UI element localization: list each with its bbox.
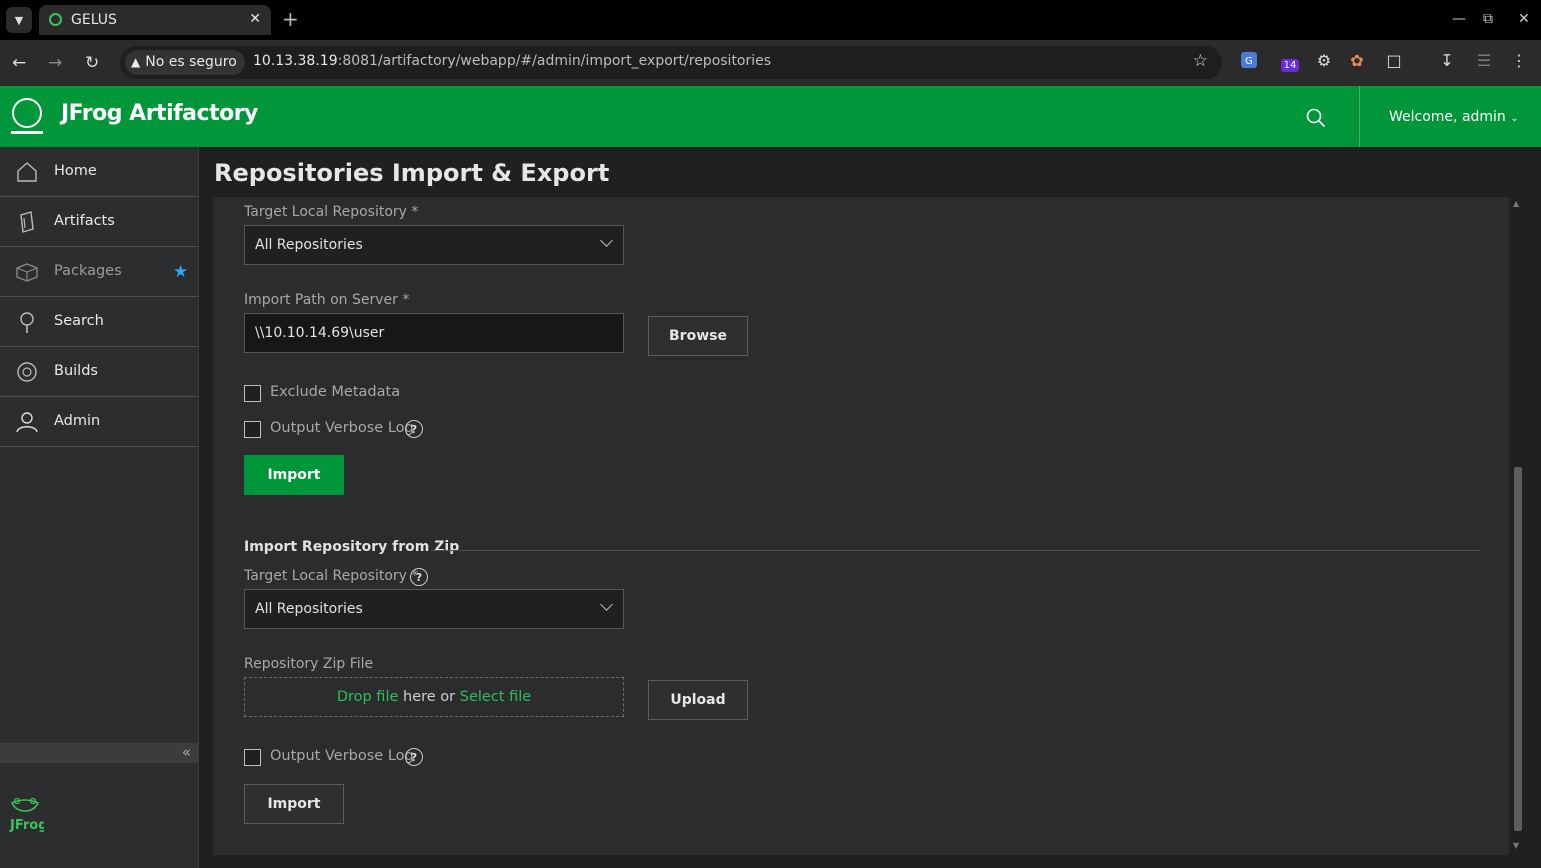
admin-user-icon bbox=[14, 409, 40, 435]
forward-button[interactable]: → bbox=[48, 53, 62, 73]
select-file-link[interactable]: Select file bbox=[460, 689, 531, 705]
app-name[interactable]: JFrog Artifactory bbox=[61, 101, 258, 126]
import-button[interactable]: Import bbox=[244, 455, 344, 495]
help-icon[interactable]: ? bbox=[405, 748, 423, 766]
scrollbar[interactable]: ▲ ▼ bbox=[1511, 197, 1523, 855]
zip-dropzone[interactable]: Drop file here or Select file bbox=[244, 677, 624, 717]
close-window-button[interactable]: ✕ bbox=[1518, 11, 1530, 27]
upload-button[interactable]: Upload bbox=[648, 680, 748, 720]
user-menu[interactable]: Welcome, admin ⌄ bbox=[1359, 86, 1541, 147]
sidebar-item-builds[interactable]: Builds bbox=[0, 347, 199, 397]
app-header: JFrog Artifactory Welcome, admin ⌄ bbox=[0, 86, 1541, 147]
browser-tab-strip: ▼ GELUS ✕ + — ⧉ ✕ bbox=[0, 0, 1541, 40]
minimize-window-button[interactable]: — bbox=[1452, 11, 1466, 27]
warning-icon: ▲ bbox=[131, 55, 141, 69]
browser-tab-active[interactable]: GELUS ✕ bbox=[39, 5, 271, 35]
help-icon[interactable]: ? bbox=[410, 568, 428, 586]
bookmark-star-icon[interactable]: ☆ bbox=[1193, 51, 1208, 71]
tab-close-button[interactable]: ✕ bbox=[249, 11, 261, 27]
security-label: No es seguro bbox=[145, 54, 237, 70]
tab-search-button[interactable]: ▼ bbox=[6, 7, 32, 33]
reload-button[interactable]: ↻ bbox=[85, 53, 99, 73]
browse-button[interactable]: Browse bbox=[648, 316, 748, 356]
chevron-down-icon bbox=[600, 598, 613, 611]
welcome-text: Welcome, admin bbox=[1389, 109, 1506, 125]
exclude-metadata-checkbox[interactable] bbox=[244, 385, 261, 402]
zip-target-repo-label: Target Local Repository * bbox=[244, 568, 419, 584]
url-text[interactable]: 10.13.38.19:8081/artifactory/webapp/#/ad… bbox=[253, 53, 771, 69]
download-icon[interactable]: ↧ bbox=[1437, 50, 1457, 70]
target-repo-select[interactable]: All Repositories bbox=[244, 225, 624, 265]
packages-icon bbox=[14, 259, 40, 285]
sidebar-collapse-bar[interactable]: « bbox=[0, 743, 199, 763]
scroll-up-icon[interactable]: ▲ bbox=[1513, 199, 1519, 208]
sidebar-item-label: Packages bbox=[54, 263, 122, 279]
tab-favicon-icon bbox=[49, 13, 62, 26]
address-bar[interactable]: ▲ No es seguro 10.13.38.19:8081/artifacto… bbox=[120, 46, 1222, 79]
footer-logo-text: JFrog bbox=[9, 818, 44, 833]
zip-verbose-log-label: Output Verbose Log bbox=[270, 748, 414, 764]
jfrog-footer-logo: JFrog bbox=[6, 795, 48, 835]
zip-target-repo-value: All Repositories bbox=[255, 601, 363, 617]
zip-verbose-log-checkbox[interactable] bbox=[244, 749, 261, 766]
zip-target-repo-select[interactable]: All Repositories bbox=[244, 589, 624, 629]
artifacts-icon bbox=[14, 209, 40, 235]
import-path-input[interactable] bbox=[244, 313, 624, 353]
chevron-down-icon bbox=[600, 234, 613, 247]
sidebar: Home Artifacts Packages ★ Search Builds … bbox=[0, 147, 199, 868]
page-title: Repositories Import & Export bbox=[214, 159, 610, 187]
back-button[interactable]: ← bbox=[12, 53, 26, 73]
section-divider bbox=[431, 550, 1481, 551]
import-panel: Target Local Repository * All Repositori… bbox=[213, 197, 1509, 855]
profile-icon[interactable]: ☰ bbox=[1474, 50, 1494, 70]
sidebar-item-admin[interactable]: Admin bbox=[0, 397, 199, 447]
import-path-label: Import Path on Server * bbox=[244, 292, 410, 308]
builds-icon bbox=[14, 359, 40, 385]
browser-menu-icon[interactable]: ⋮ bbox=[1509, 50, 1529, 70]
target-repo-value: All Repositories bbox=[255, 237, 363, 253]
scroll-down-icon[interactable]: ▼ bbox=[1513, 841, 1519, 850]
exclude-metadata-label: Exclude Metadata bbox=[270, 384, 401, 400]
search-icon bbox=[14, 309, 40, 335]
scrollbar-thumb[interactable] bbox=[1514, 467, 1522, 831]
chevron-down-icon: ⌄ bbox=[1510, 113, 1519, 124]
verbose-log-checkbox[interactable] bbox=[244, 421, 261, 438]
sidebar-item-label: Artifacts bbox=[54, 213, 115, 229]
dropzone-text: here or bbox=[398, 689, 460, 705]
sidebar-item-home[interactable]: Home bbox=[0, 147, 199, 197]
translate-extension-icon[interactable]: G bbox=[1239, 50, 1259, 70]
sidebar-item-label: Admin bbox=[54, 413, 101, 429]
cookie-extension-icon[interactable]: ⚙ bbox=[1314, 50, 1334, 70]
zip-file-label: Repository Zip File bbox=[244, 656, 374, 672]
collapse-icon[interactable]: « bbox=[182, 743, 191, 761]
new-tab-button[interactable]: + bbox=[282, 8, 299, 30]
sidebar-item-packages[interactable]: Packages ★ bbox=[0, 247, 199, 297]
cookie-editor-icon[interactable]: ✿ bbox=[1347, 50, 1367, 70]
main-content: Repositories Import & Export Target Loca… bbox=[199, 147, 1541, 868]
browser-toolbar: ← → ↻ ▲ No es seguro 10.13.38.19:8081/art… bbox=[0, 40, 1541, 86]
sidebar-item-label: Home bbox=[54, 163, 97, 179]
svg-text:G: G bbox=[1245, 56, 1253, 67]
sidebar-item-label: Builds bbox=[54, 363, 98, 379]
restore-window-button[interactable]: ⧉ bbox=[1483, 11, 1493, 27]
search-icon[interactable] bbox=[1306, 108, 1326, 128]
zip-import-button[interactable]: Import bbox=[244, 784, 344, 824]
sidebar-item-search[interactable]: Search bbox=[0, 297, 199, 347]
drop-file-link[interactable]: Drop file bbox=[337, 689, 399, 705]
security-indicator[interactable]: ▲ No es seguro bbox=[125, 50, 245, 75]
verbose-log-label: Output Verbose Log bbox=[270, 420, 414, 436]
extension-badge-icon[interactable]: 14 bbox=[1279, 50, 1301, 72]
extensions-puzzle-icon[interactable]: □ bbox=[1384, 50, 1404, 70]
target-repo-label: Target Local Repository * bbox=[244, 204, 419, 220]
sidebar-item-label: Search bbox=[54, 313, 104, 329]
home-icon bbox=[14, 159, 40, 185]
sidebar-item-artifacts[interactable]: Artifacts bbox=[0, 197, 199, 247]
zip-section-title: Import Repository from Zip bbox=[244, 539, 460, 555]
help-icon[interactable]: ? bbox=[405, 420, 423, 438]
tab-title: GELUS bbox=[71, 12, 117, 28]
favorite-star-icon[interactable]: ★ bbox=[173, 262, 188, 282]
